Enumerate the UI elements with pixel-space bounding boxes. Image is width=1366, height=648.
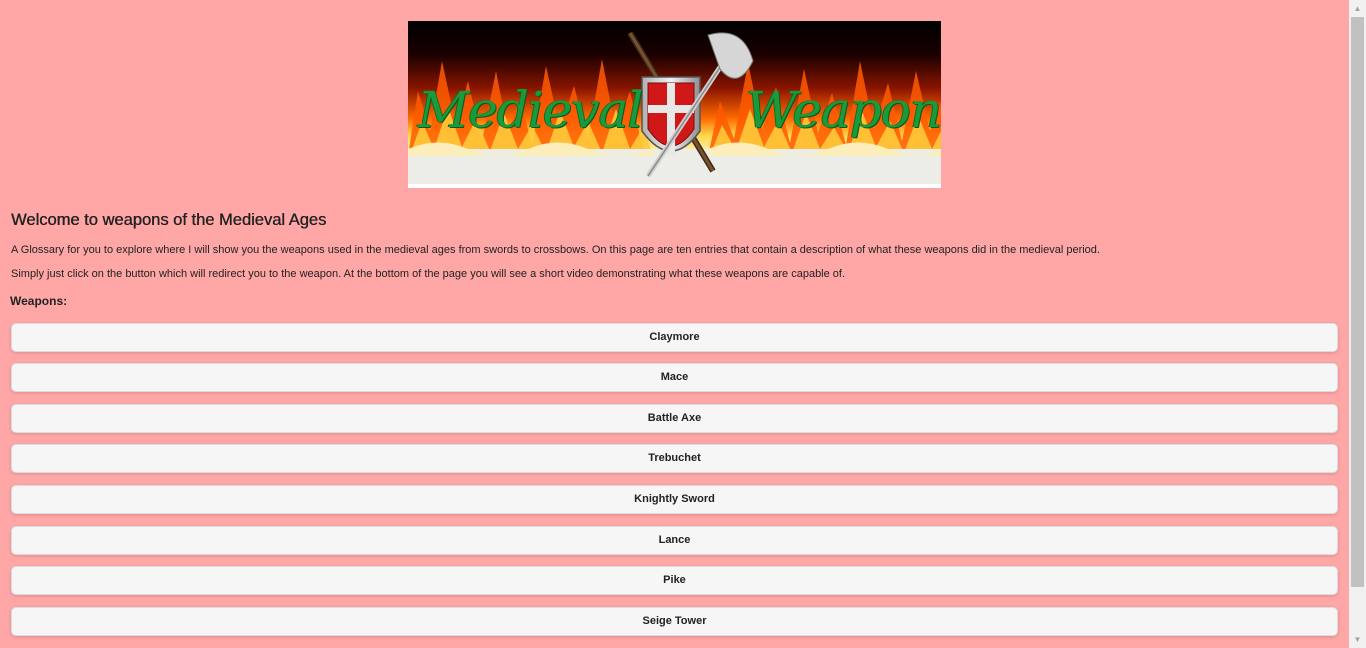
vertical-scrollbar[interactable]: ▲ ▼ (1349, 0, 1366, 648)
banner-title-right: Weapons (746, 81, 941, 139)
mace-button[interactable]: Mace (11, 363, 1338, 392)
battle-axe-button[interactable]: Battle Axe (11, 404, 1338, 433)
triangle-down-icon[interactable]: ▼ (1349, 631, 1366, 648)
instructions-paragraph: Simply just click on the button which wi… (11, 268, 846, 280)
page: Medieval Weapons Welcome to weapons of t… (0, 0, 1349, 648)
trebuchet-button[interactable]: Trebuchet (11, 444, 1338, 473)
intro-paragraph: A Glossary for you to explore where I wi… (11, 244, 1100, 256)
claymore-button[interactable]: Claymore (11, 323, 1338, 352)
banner-frame: Medieval Weapons (408, 21, 941, 188)
weapons-label: Weapons: (10, 294, 68, 308)
pike-button[interactable]: Pike (11, 566, 1338, 595)
page-title: Welcome to weapons of the Medieval Ages (11, 211, 327, 229)
triangle-up-icon[interactable]: ▲ (1349, 0, 1366, 17)
banner-image: Medieval Weapons (408, 21, 941, 184)
knightly-sword-button[interactable]: Knightly Sword (11, 485, 1338, 514)
banner-title-left: Medieval (418, 81, 643, 139)
seige-tower-button[interactable]: Seige Tower (11, 607, 1338, 636)
scrollbar-thumb[interactable] (1351, 17, 1364, 587)
lance-button[interactable]: Lance (11, 526, 1338, 555)
